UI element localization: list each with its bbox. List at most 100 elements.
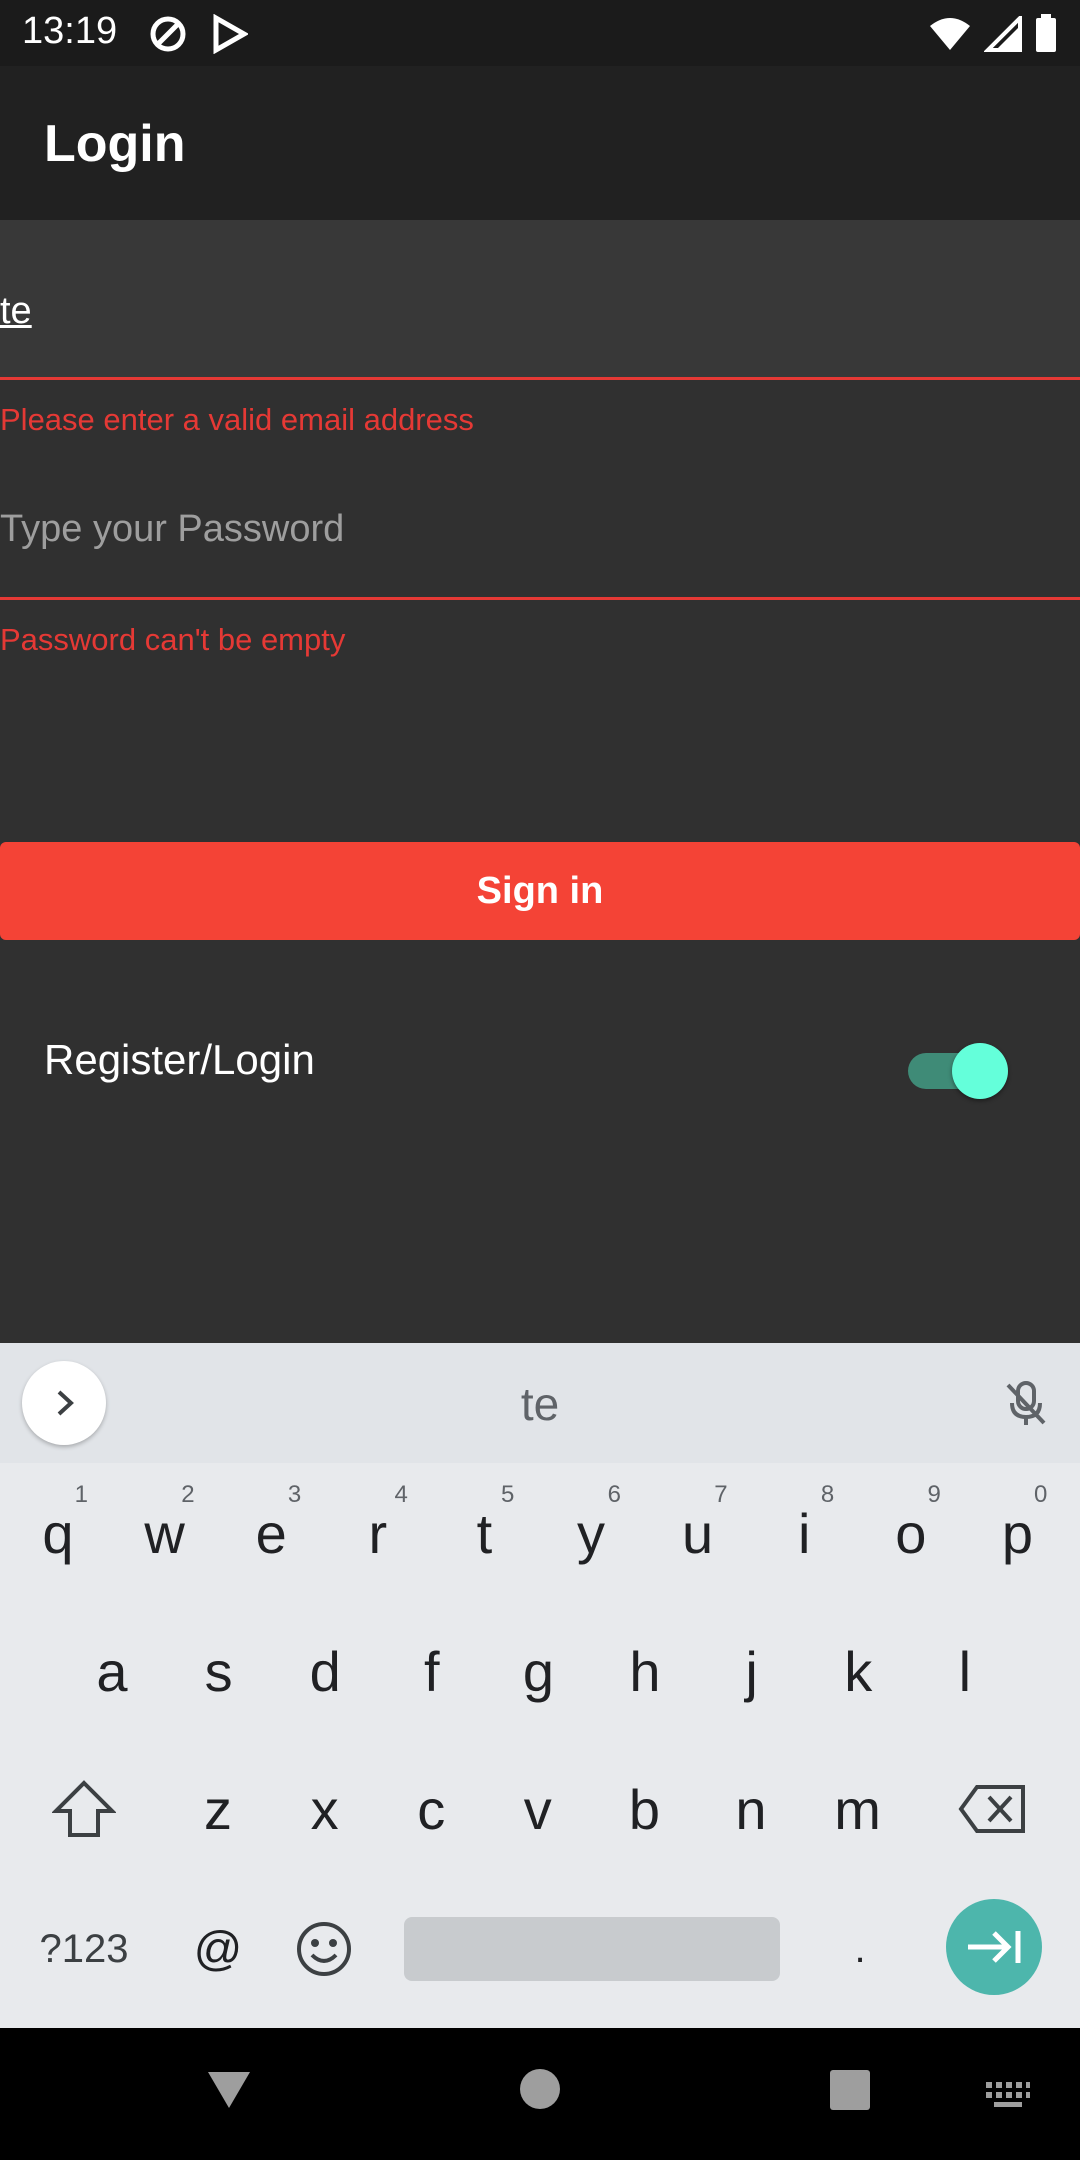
status-time: 13:19 <box>22 10 118 52</box>
key-y[interactable]: y6 <box>541 1473 641 1593</box>
register-login-label: Register/Login <box>44 1036 315 1083</box>
key-label: l <box>958 1639 972 1703</box>
key-number-hint: 9 <box>927 1481 941 1508</box>
key-number-hint: 5 <box>501 1481 515 1508</box>
period-key[interactable]: . <box>810 1889 910 2009</box>
symbols-key[interactable]: ?123 <box>34 1889 134 2009</box>
key-number-hint: 7 <box>714 1481 728 1508</box>
key-number-hint: 3 <box>287 1481 302 1508</box>
key-k[interactable]: k <box>808 1611 908 1731</box>
battery-icon <box>1036 14 1056 52</box>
key-j[interactable]: j <box>702 1611 802 1731</box>
switch-thumb <box>952 1043 1008 1099</box>
key-o[interactable]: o9 <box>861 1473 961 1593</box>
key-h[interactable]: h <box>595 1611 695 1731</box>
next-field-key[interactable] <box>946 1899 1042 1995</box>
key-x[interactable]: x <box>275 1749 375 1869</box>
tab-arrow-icon <box>968 1931 1021 1963</box>
keyboard-switch-icon[interactable] <box>984 2080 1032 2110</box>
key-label: i <box>797 1501 811 1565</box>
key-q[interactable]: q1 <box>8 1473 108 1593</box>
navigation-bar <box>0 2028 1080 2160</box>
key-l[interactable]: l <box>915 1611 1015 1731</box>
key-label: h <box>629 1639 661 1703</box>
key-p[interactable]: p0 <box>967 1473 1067 1593</box>
shift-key[interactable] <box>34 1749 134 1869</box>
key-label: p <box>1001 1501 1033 1565</box>
key-label: c <box>417 1777 446 1841</box>
mic-off-icon[interactable] <box>1000 1377 1052 1429</box>
key-s[interactable]: s <box>169 1611 269 1731</box>
key-label: q <box>42 1501 74 1565</box>
signal-icon <box>984 16 1022 52</box>
email-error-text: Please enter a valid email address <box>0 402 474 437</box>
period-key-label: . <box>854 1926 866 1971</box>
key-label: a <box>96 1639 128 1703</box>
key-label: n <box>735 1777 767 1841</box>
key-b[interactable]: b <box>594 1749 694 1869</box>
back-icon[interactable] <box>204 2064 254 2114</box>
email-input-value[interactable]: te <box>0 290 32 333</box>
emoji-key[interactable] <box>274 1889 374 2009</box>
key-label: o <box>895 1501 927 1565</box>
key-n[interactable]: n <box>701 1749 801 1869</box>
key-number-hint: 2 <box>181 1481 195 1508</box>
page-title: Login <box>44 115 186 173</box>
key-f[interactable]: f <box>382 1611 482 1731</box>
key-number-hint: 4 <box>394 1481 408 1508</box>
key-label: f <box>424 1639 440 1703</box>
sign-in-button[interactable]: Sign in <box>0 842 1080 940</box>
key-label: y <box>577 1501 605 1565</box>
app-bar: Login <box>0 66 1080 220</box>
at-key-label: @ <box>193 1922 243 1976</box>
suggestion-bar: te <box>0 1343 1080 1463</box>
key-number-hint: 0 <box>1034 1481 1048 1508</box>
status-bar: 13:19 <box>0 0 1080 66</box>
key-label: g <box>522 1639 554 1703</box>
key-label: d <box>309 1639 341 1703</box>
key-label: u <box>682 1501 714 1565</box>
register-login-switch[interactable] <box>908 1040 1008 1100</box>
key-a[interactable]: a <box>62 1611 162 1731</box>
key-d[interactable]: d <box>275 1611 375 1731</box>
key-label: e <box>255 1501 287 1565</box>
key-c[interactable]: c <box>381 1749 481 1869</box>
key-label: j <box>745 1639 758 1703</box>
backspace-icon <box>958 1785 1025 1833</box>
at-sign-icon <box>150 16 186 52</box>
email-field[interactable]: te <box>0 220 1080 380</box>
key-label: s <box>204 1639 233 1703</box>
screen: 13:19 Login te Please enter a valid emai… <box>0 0 1080 2160</box>
key-label: m <box>834 1777 881 1841</box>
at-key[interactable]: @ <box>168 1889 268 2009</box>
key-t[interactable]: t5 <box>434 1473 534 1593</box>
emoji-icon <box>297 1922 351 1976</box>
home-icon[interactable] <box>518 2064 562 2114</box>
key-g[interactable]: g <box>488 1611 588 1731</box>
recents-icon[interactable] <box>828 2064 874 2114</box>
key-r[interactable]: r4 <box>328 1473 428 1593</box>
key-m[interactable]: m <box>808 1749 908 1869</box>
key-i[interactable]: i8 <box>754 1473 854 1593</box>
key-number-hint: 6 <box>607 1481 621 1508</box>
status-right-icons <box>928 14 1058 54</box>
password-error-text: Password can't be empty <box>0 622 346 657</box>
key-v[interactable]: v <box>488 1749 588 1869</box>
key-z[interactable]: z <box>168 1749 268 1869</box>
password-field[interactable]: Type your Password <box>0 470 1080 600</box>
space-key[interactable] <box>404 1917 780 1981</box>
key-u[interactable]: u7 <box>648 1473 748 1593</box>
key-e[interactable]: e3 <box>221 1473 321 1593</box>
status-left-icons <box>148 14 248 54</box>
key-label: z <box>204 1777 232 1841</box>
symbols-key-label: ?123 <box>39 1926 129 1971</box>
suggestion-word[interactable]: te <box>0 1377 1080 1431</box>
key-label: k <box>844 1639 873 1703</box>
password-placeholder: Type your Password <box>0 508 345 550</box>
sign-in-label: Sign in <box>476 869 604 912</box>
play-store-icon <box>213 14 248 54</box>
key-label: b <box>628 1777 660 1841</box>
key-w[interactable]: w2 <box>115 1473 215 1593</box>
backspace-key[interactable] <box>942 1749 1042 1869</box>
wifi-icon <box>930 18 970 50</box>
